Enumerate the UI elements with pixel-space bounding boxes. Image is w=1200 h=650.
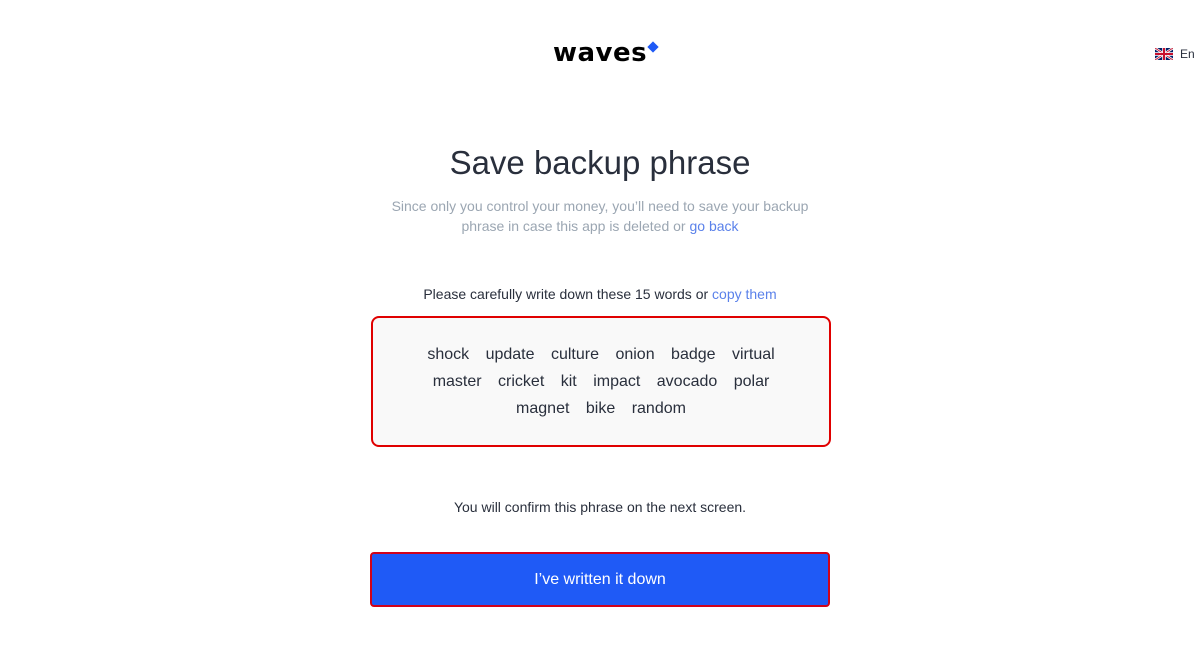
phrase-word: kit <box>560 373 577 390</box>
phrase-word: onion <box>615 346 655 363</box>
phrase-word: magnet <box>516 400 570 417</box>
backup-phrase-box: shock update culture onion badge virtual… <box>371 316 831 447</box>
copy-them-link[interactable]: copy them <box>712 286 777 302</box>
logo-text: waves <box>552 38 648 68</box>
page-subtitle: Since only you control your money, you’l… <box>370 196 830 236</box>
subtitle-text: Since only you control your money, you’l… <box>391 198 809 234</box>
go-back-link[interactable]: go back <box>689 218 738 234</box>
diamond-icon <box>647 41 659 53</box>
phrase-word: impact <box>593 373 641 390</box>
instruction: Please carefully write down these 15 wor… <box>0 286 1200 302</box>
language-selector[interactable]: En <box>1155 47 1195 61</box>
phrase-word: badge <box>671 346 716 363</box>
phrase-word: master <box>432 373 482 390</box>
page-title: Save backup phrase <box>449 144 751 181</box>
phrase-word: avocado <box>656 373 718 390</box>
written-it-down-button[interactable]: I’ve written it down <box>370 552 830 607</box>
phrase-word: cricket <box>498 373 545 390</box>
language-label: En <box>1180 47 1195 61</box>
page: waves En Save backup phrase Since only y… <box>0 0 1200 650</box>
confirm-note: You will confirm this phrase on the next… <box>453 499 747 515</box>
header-logo: waves <box>0 38 1200 68</box>
phrase-word: update <box>485 346 535 363</box>
phrase-word: virtual <box>732 346 775 363</box>
phrase-word: culture <box>550 346 599 363</box>
phrase-word: polar <box>733 373 770 390</box>
instruction-text: Please carefully write down these 15 wor… <box>423 286 713 302</box>
phrase-word: shock <box>427 346 470 363</box>
uk-flag-icon <box>1155 48 1173 60</box>
phrase-word: random <box>631 400 686 417</box>
phrase-word: bike <box>585 400 616 417</box>
backup-phrase-words: shock update culture onion badge virtual… <box>401 341 801 422</box>
